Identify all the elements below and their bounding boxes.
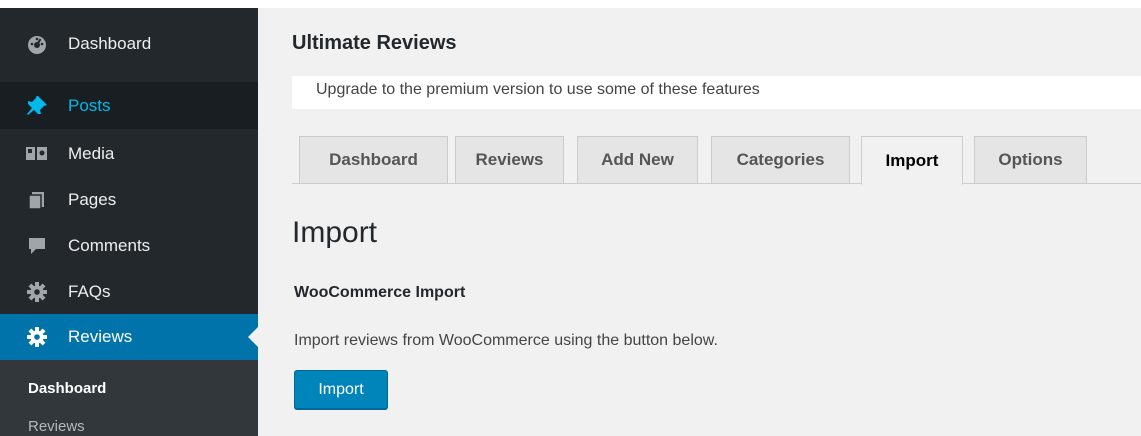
- section-title: WooCommerce Import: [294, 284, 466, 301]
- dashboard-icon: [24, 34, 50, 54]
- sidebar-item-label: Reviews: [68, 327, 133, 346]
- tab-reviews[interactable]: Reviews: [455, 136, 564, 184]
- sidebar-item-label: Comments: [68, 236, 151, 255]
- sidebar-item-pages[interactable]: Pages: [0, 177, 258, 223]
- sidebar-item-posts[interactable]: Posts: [0, 82, 258, 129]
- gear-icon: [24, 327, 50, 347]
- tab-add-new[interactable]: Add New: [577, 136, 698, 184]
- main-content: Ultimate Reviews Upgrade to the premium …: [258, 8, 1141, 436]
- pages-icon: [24, 190, 50, 210]
- reviews-submenu: Dashboard Reviews: [0, 360, 258, 436]
- plugin-title: Ultimate Reviews: [292, 32, 457, 54]
- sidebar-item-comments[interactable]: Comments: [0, 223, 258, 269]
- sidebar-item-label: Pages: [68, 190, 117, 209]
- submenu-item-dashboard[interactable]: Dashboard: [28, 380, 106, 397]
- top-strip: [0, 0, 1141, 8]
- tab-categories[interactable]: Categories: [711, 136, 850, 184]
- page-heading: Import: [292, 216, 378, 249]
- import-button[interactable]: Import: [294, 370, 388, 409]
- media-icon: [24, 144, 50, 164]
- pushpin-icon: [24, 95, 50, 116]
- comment-icon: [24, 236, 50, 256]
- section-description: Import reviews from WooCommerce using th…: [294, 332, 718, 349]
- sidebar-item-faqs[interactable]: FAQs: [0, 269, 258, 315]
- sidebar-item-dashboard[interactable]: Dashboard: [0, 21, 258, 67]
- gear-icon: [24, 282, 50, 302]
- upgrade-notice: Upgrade to the premium version to use so…: [292, 76, 1141, 109]
- sidebar-item-label: Media: [68, 144, 115, 163]
- tab-options[interactable]: Options: [974, 136, 1087, 184]
- tab-dashboard[interactable]: Dashboard: [299, 136, 448, 184]
- sidebar-item-media[interactable]: Media: [0, 131, 258, 177]
- sidebar-item-label: FAQs: [68, 282, 111, 301]
- tab-import[interactable]: Import: [861, 136, 963, 185]
- sidebar-item-label: Posts: [68, 95, 111, 115]
- admin-sidebar: Dashboard Posts Media Pages Comments FAQ…: [0, 8, 258, 436]
- sidebar-item-label: Dashboard: [68, 34, 152, 53]
- submenu-item-reviews[interactable]: Reviews: [28, 418, 85, 435]
- sidebar-item-reviews[interactable]: Reviews: [0, 314, 258, 360]
